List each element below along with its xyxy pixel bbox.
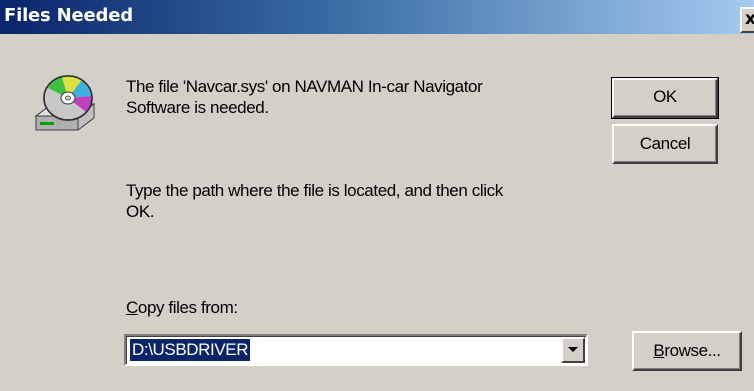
window-title: Files Needed	[4, 5, 133, 26]
browse-label-rest: rowse...	[664, 341, 721, 360]
copy-label-rest: opy files from:	[137, 298, 238, 317]
copy-label-accelerator: C	[126, 298, 138, 317]
close-button[interactable]: x	[740, 7, 754, 33]
chevron-down-icon	[568, 347, 578, 352]
cd-drive-icon	[32, 72, 102, 134]
cancel-button[interactable]: Cancel	[612, 124, 718, 164]
close-icon: x	[745, 9, 754, 29]
copy-files-from-label: Copy files from:	[126, 297, 238, 318]
files-needed-dialog: Files Needed x The file 'Navcar.sys' on …	[0, 0, 754, 391]
browse-button[interactable]: Browse...	[632, 331, 742, 371]
message-file-needed: The file 'Navcar.sys' on NAVMAN In-car N…	[126, 77, 483, 117]
message-instruction: Type the path where the file is located,…	[126, 181, 503, 221]
dropdown-button[interactable]	[561, 337, 585, 363]
browse-accelerator: B	[653, 341, 665, 360]
ok-button[interactable]: OK	[611, 77, 719, 119]
title-bar[interactable]: Files Needed x	[0, 0, 754, 34]
copy-files-from-combobox[interactable]: D:\USBDRIVER	[124, 334, 588, 366]
path-input[interactable]: D:\USBDRIVER	[130, 339, 251, 361]
